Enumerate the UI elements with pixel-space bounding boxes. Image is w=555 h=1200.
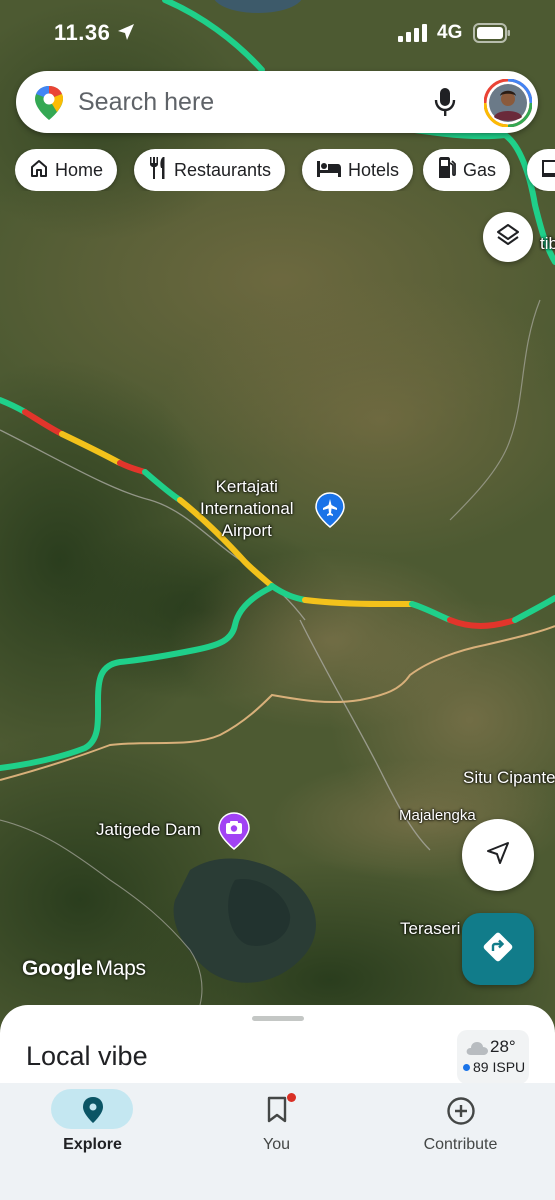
add-circle-icon — [446, 1096, 476, 1131]
battery-icon — [473, 23, 511, 48]
coffee-icon — [541, 158, 555, 183]
home-icon — [29, 158, 49, 183]
nav-label: You — [263, 1136, 290, 1153]
map-label-edge: tib — [540, 234, 555, 253]
bookmark-icon — [266, 1096, 288, 1129]
cellular-signal-icon — [398, 24, 428, 47]
air-quality-index: 89 ISPU — [473, 1059, 526, 1075]
chip-gas[interactable]: Gas — [423, 149, 511, 191]
airport-label-line: Airport — [221, 521, 272, 540]
camera-pin-icon[interactable] — [218, 812, 250, 855]
google-maps-logo-icon — [34, 85, 64, 126]
search-bar[interactable] — [16, 71, 538, 133]
bottom-navigation: Explore You Contribute — [0, 1083, 555, 1200]
directions-icon — [483, 932, 513, 967]
weather-widget[interactable]: 28° 89 ISPU — [457, 1030, 529, 1084]
nav-label: Contribute — [423, 1136, 498, 1153]
hotel-icon — [316, 159, 342, 182]
navigation-arrow-icon — [485, 840, 511, 871]
profile-avatar[interactable] — [483, 78, 533, 128]
chip-label: Hotels — [348, 159, 400, 180]
nav-label: Explore — [63, 1136, 122, 1153]
dam-label[interactable]: Jatigede Dam — [96, 820, 201, 840]
maps-wordmark: Maps — [95, 957, 146, 980]
microphone-icon[interactable] — [434, 87, 456, 122]
restaurant-icon — [148, 156, 168, 185]
chip-label: Gas — [463, 159, 497, 180]
sheet-drag-handle[interactable] — [252, 1016, 304, 1021]
chip-home[interactable]: Home — [15, 149, 118, 191]
status-bar: 11.36 4G — [0, 0, 555, 64]
google-wordmark: Google — [22, 957, 93, 980]
gas-icon — [437, 156, 457, 184]
chip-label: Home — [55, 159, 104, 180]
search-input[interactable] — [78, 83, 418, 121]
location-arrow-icon — [116, 22, 136, 47]
chip-restaurants[interactable]: Restaurants — [134, 149, 286, 191]
layers-button[interactable] — [483, 212, 533, 262]
majalengka-label[interactable]: Majalengka — [399, 807, 476, 824]
situ-cipanten-label[interactable]: Situ Cipante — [463, 768, 555, 788]
nav-contribute[interactable]: Contribute — [368, 1083, 553, 1200]
airport-label-line: Kertajati — [215, 477, 278, 496]
sheet-title: Local vibe — [26, 1041, 148, 1071]
airport-pin-icon[interactable] — [315, 492, 345, 533]
directions-button[interactable] — [462, 913, 534, 985]
chip-label: Restaurants — [174, 159, 272, 180]
cloud-icon — [465, 1040, 489, 1061]
layers-icon — [495, 222, 521, 253]
chip-cafe[interactable] — [527, 149, 555, 191]
nav-you[interactable]: You — [184, 1083, 369, 1200]
category-chips: Home Restaurants Hotels Gas — [15, 149, 555, 191]
google-maps-wordmark: Google Maps — [22, 957, 146, 981]
network-type: 4G — [437, 22, 463, 43]
explore-pin-icon — [82, 1096, 104, 1129]
air-quality-dot — [463, 1064, 470, 1071]
recenter-button[interactable] — [462, 819, 534, 891]
airport-label[interactable]: Kertajati International Airport — [200, 476, 294, 542]
status-time: 11.36 — [54, 20, 111, 45]
weather-temperature: 28° — [490, 1037, 516, 1056]
airport-label-line: International — [200, 499, 294, 518]
notification-badge — [287, 1093, 296, 1102]
chip-hotels[interactable]: Hotels — [302, 149, 414, 191]
nav-explore[interactable]: Explore — [0, 1083, 185, 1200]
